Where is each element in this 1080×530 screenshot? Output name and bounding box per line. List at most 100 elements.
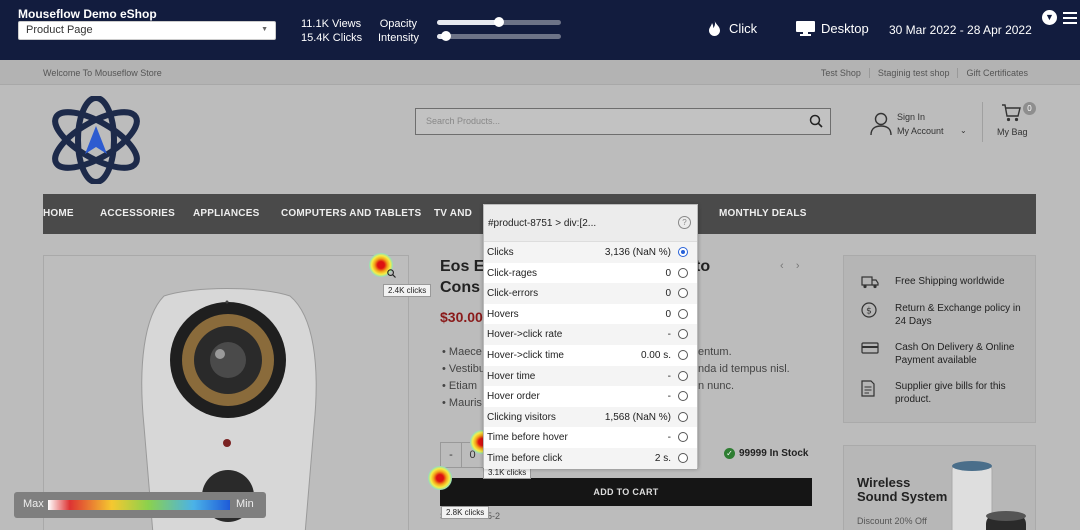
metric-row[interactable]: Time before hover -	[484, 427, 697, 448]
opacity-slider-fill	[437, 20, 499, 25]
metric-radio[interactable]	[678, 452, 688, 463]
stats: 11.1K Views 15.4K Clicks	[301, 17, 362, 45]
chevron-left-icon[interactable]: ‹	[780, 260, 784, 272]
zoom-icon[interactable]	[387, 269, 396, 278]
nav-item-accessories[interactable]: ACCESSORIES	[100, 208, 175, 219]
nav-item-monthly-deals[interactable]: MONTHLY DEALS	[719, 208, 807, 219]
intensity-slider[interactable]	[437, 31, 561, 41]
opacity-slider-handle[interactable]	[494, 17, 504, 27]
page-select-value: Product Page	[26, 24, 93, 36]
qty-decrement-button[interactable]: -	[440, 442, 462, 468]
svg-text:$: $	[866, 307, 872, 317]
metric-row[interactable]: Click-rages 0	[484, 263, 697, 284]
metric-radio[interactable]	[678, 432, 688, 443]
metric-radio[interactable]	[678, 411, 688, 422]
device-selector[interactable]: Desktop	[796, 21, 869, 36]
clicks-count: 15.4K Clicks	[301, 32, 363, 44]
intensity-label: Intensity	[378, 32, 419, 44]
util-link-test-shop[interactable]: Test Shop	[813, 68, 869, 78]
metric-radio[interactable]	[678, 308, 688, 319]
bullet-4-start: • Mauris	[442, 397, 482, 409]
metric-label: Hover time	[487, 370, 536, 382]
heat-spot-label: 2.4K clicks	[383, 284, 432, 297]
bill-icon	[861, 380, 875, 397]
metric-value: -	[667, 370, 671, 382]
search-input[interactable]	[416, 109, 796, 133]
metric-row[interactable]: Hovers 0	[484, 304, 697, 325]
user-icon	[870, 112, 892, 136]
benefit-shipping-text: Free Shipping worldwide	[895, 276, 1005, 287]
promo-title-line2: Sound System	[857, 489, 948, 504]
metric-radio[interactable]	[678, 391, 688, 402]
product-pager: ‹ ›	[780, 260, 800, 272]
metric-row[interactable]: Click-errors 0	[484, 283, 697, 304]
metric-radio[interactable]	[678, 288, 688, 299]
search-icon[interactable]	[809, 114, 823, 128]
bullet-3-end: n nunc.	[698, 380, 735, 392]
heatmap-mode-selector[interactable]: Click	[708, 20, 757, 36]
metric-value: 2 s.	[654, 452, 671, 464]
my-account-link[interactable]: My Account	[897, 126, 944, 136]
help-icon[interactable]: ?	[678, 216, 691, 229]
util-link-staging[interactable]: Staginig test shop	[868, 68, 958, 78]
legend-gradient	[48, 500, 230, 510]
product-title: Eos Eto Cons	[440, 256, 710, 298]
views-count: 11.1K Views	[301, 18, 362, 30]
page-select[interactable]: Product Page ▼	[18, 21, 276, 40]
collapse-chevron-icon[interactable]: ▼	[1042, 10, 1057, 25]
metric-row[interactable]: Hover order -	[484, 386, 697, 407]
bullet-2-end: nda id tempus nisl.	[698, 363, 790, 375]
nav-item-appliances[interactable]: APPLIANCES	[193, 208, 259, 219]
date-range-picker[interactable]: 30 Mar 2022 - 28 Apr 2022	[889, 23, 1032, 37]
search-box	[415, 108, 831, 135]
intensity-slider-handle[interactable]	[440, 31, 451, 41]
metric-value: 0	[665, 288, 671, 300]
opacity-slider[interactable]	[437, 17, 561, 27]
promo-banner[interactable]: Wireless Sound System Discount 20% Off	[843, 445, 1036, 530]
metric-value: 1,568 (NaN %)	[604, 411, 671, 423]
metric-radio[interactable]	[678, 247, 688, 257]
metric-radio[interactable]	[678, 267, 688, 278]
coin-icon: $	[861, 302, 877, 318]
metric-row[interactable]: Hover time -	[484, 365, 697, 387]
metric-row[interactable]: Clicking visitors 1,568 (NaN %)	[484, 406, 697, 428]
my-bag[interactable]: 0 My Bag	[982, 102, 1036, 142]
nav-item-home[interactable]: HOME	[43, 208, 74, 219]
legend-min: Min	[236, 498, 254, 510]
benefit-return-text: Return & Exchange policy in 24 Days	[895, 303, 1021, 327]
metric-label: Hover->click rate	[487, 329, 563, 341]
metric-value: -	[667, 329, 671, 341]
metric-row[interactable]: Hover->click rate -	[484, 324, 697, 345]
chevron-down-icon: ▼	[261, 26, 268, 33]
add-to-cart-button[interactable]: ADD TO CART	[440, 478, 812, 506]
device-label: Desktop	[821, 21, 869, 36]
metric-row[interactable]: Clicks 3,136 (NaN %)	[484, 242, 697, 263]
popup-header: #product-8751 > div:[2... ?	[484, 205, 697, 242]
chevron-right-icon[interactable]: ›	[796, 260, 800, 272]
bullet-2-start: • Vestibu	[442, 363, 485, 375]
bullet-3-start: • Etiam	[442, 380, 478, 392]
slider-labels: Opacity Intensity	[378, 17, 419, 45]
metric-label: Clicking visitors	[487, 411, 556, 423]
product-title-line1: Eos E	[440, 258, 485, 275]
nav-item-tv[interactable]: TV AND	[434, 208, 472, 219]
sign-in-link[interactable]: Sign In	[897, 112, 925, 122]
hamburger-menu-icon[interactable]	[1063, 12, 1077, 27]
product-image[interactable]	[43, 255, 409, 530]
stock-text: 99999 In Stock	[739, 448, 809, 459]
metric-row[interactable]: Hover->click time 0.00 s.	[484, 345, 697, 366]
store-logo-icon[interactable]	[46, 96, 146, 184]
util-link-gift[interactable]: Gift Certificates	[957, 68, 1036, 78]
bullet-1-start: • Maece	[442, 346, 482, 358]
metric-label: Hover->click time	[487, 349, 564, 361]
metric-radio[interactable]	[678, 329, 688, 340]
welcome-text: Welcome To Mouseflow Store	[43, 68, 162, 78]
metric-radio[interactable]	[678, 349, 688, 360]
metric-value: 3,136 (NaN %)	[604, 247, 671, 258]
nav-item-computers[interactable]: COMPUTERS AND TABLETS	[281, 208, 421, 219]
metric-row[interactable]: Time before click 2 s.	[484, 447, 697, 469]
metric-radio[interactable]	[678, 370, 688, 381]
heatmap-toolbar: Mouseflow Demo eShop Product Page ▼ 11.1…	[0, 0, 1080, 60]
check-icon: ✓	[724, 448, 735, 459]
legend-max: Max	[23, 498, 44, 510]
